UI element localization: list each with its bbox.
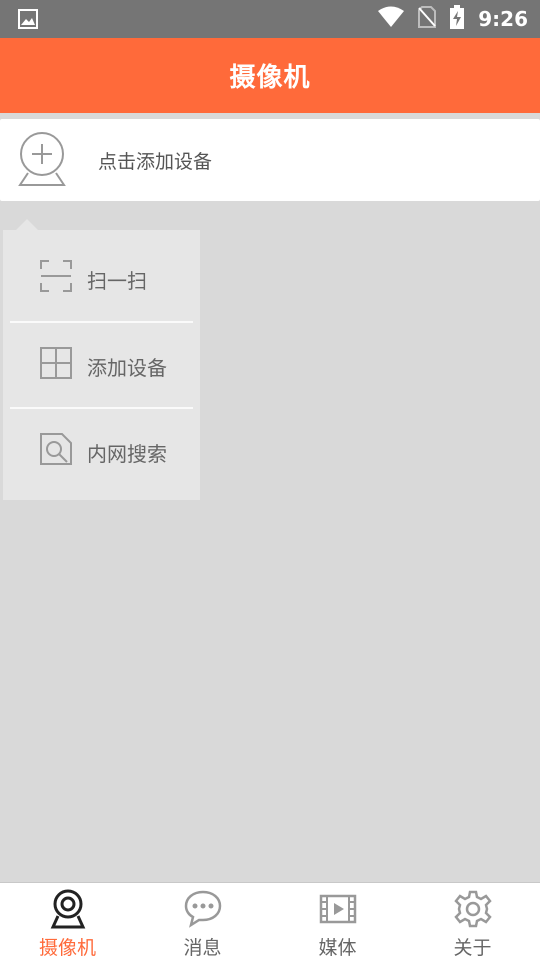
popup-arrow xyxy=(16,219,38,230)
search-doc-icon xyxy=(40,433,72,465)
menu-item-lan-search[interactable]: 内网搜索 xyxy=(3,403,200,489)
nav-item-camera[interactable]: 摄像机 xyxy=(0,883,135,960)
bottom-nav: 摄像机 消息 媒体 关于 xyxy=(0,882,540,960)
menu-item-label: 添加设备 xyxy=(87,356,167,380)
menu-item-label: 扫一扫 xyxy=(87,269,147,293)
add-device-row[interactable]: 点击添加设备 xyxy=(0,119,540,201)
popup-menu: 扫一扫 添加设备 内网搜索 xyxy=(3,230,200,500)
app-bar: 摄像机 xyxy=(0,38,540,113)
grid-add-icon xyxy=(40,347,72,379)
nav-label: 媒体 xyxy=(318,937,357,959)
nav-item-messages[interactable]: 消息 xyxy=(135,883,270,960)
no-sim-icon xyxy=(418,6,437,32)
camera-icon xyxy=(48,889,88,929)
menu-item-add-device[interactable]: 添加设备 xyxy=(3,317,200,403)
wifi-icon xyxy=(378,6,405,32)
menu-item-label: 内网搜索 xyxy=(87,442,167,466)
battery-charging-icon xyxy=(450,5,465,33)
scan-icon xyxy=(40,260,72,292)
gear-icon xyxy=(453,889,493,929)
status-time: 9:26 xyxy=(478,7,528,31)
message-icon xyxy=(183,889,223,929)
nav-item-about[interactable]: 关于 xyxy=(405,883,540,960)
status-bar: 9:26 xyxy=(0,0,540,38)
nav-item-media[interactable]: 媒体 xyxy=(270,883,405,960)
menu-item-scan[interactable]: 扫一扫 xyxy=(3,230,200,316)
add-device-label: 点击添加设备 xyxy=(98,151,213,173)
film-icon xyxy=(318,889,358,929)
image-icon xyxy=(18,9,38,33)
page-title: 摄像机 xyxy=(229,63,311,93)
nav-label: 摄像机 xyxy=(38,937,96,959)
camera-add-icon xyxy=(16,131,68,191)
nav-label: 消息 xyxy=(183,937,222,959)
nav-label: 关于 xyxy=(453,937,492,959)
